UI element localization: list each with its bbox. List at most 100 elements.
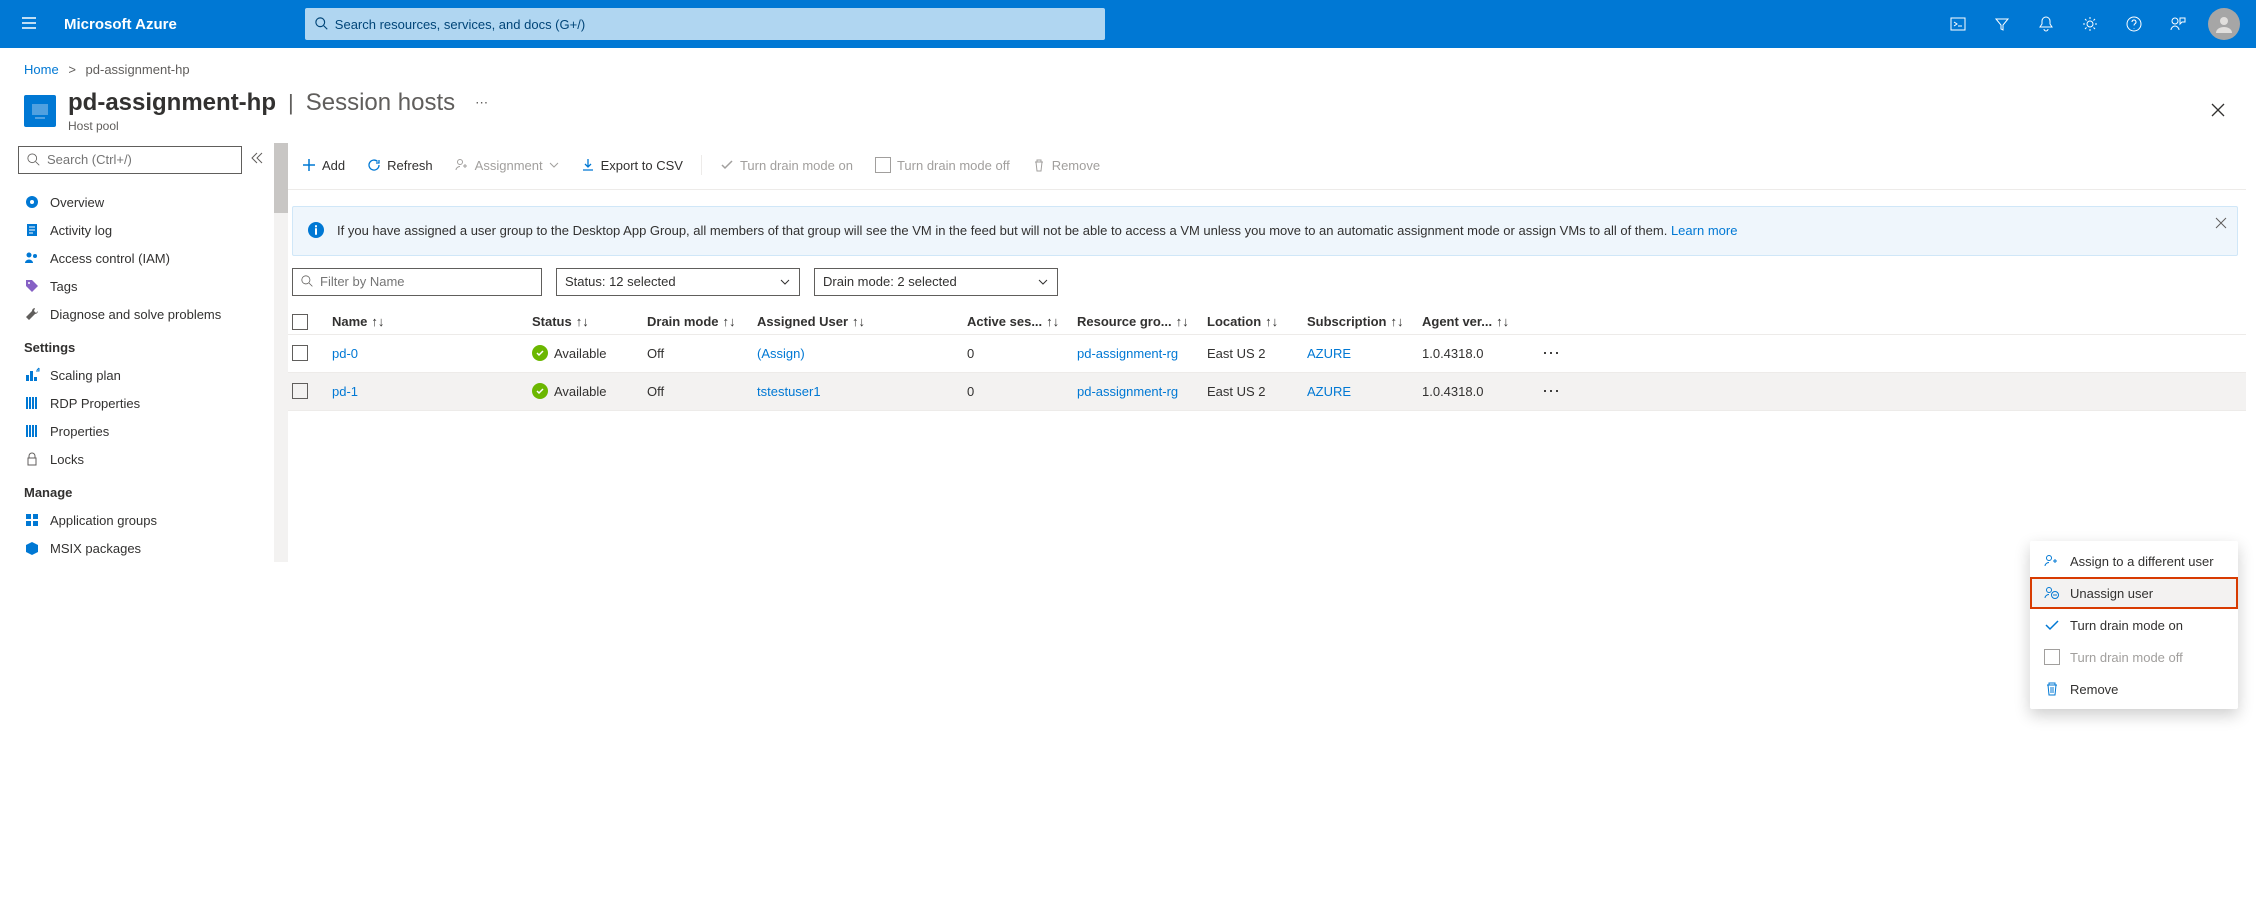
brand-label: Microsoft Azure [54,16,187,33]
close-icon [2210,102,2226,118]
page-subtitle: Host pool [68,119,488,133]
assigned-user-link[interactable]: tstestuser1 [757,384,821,399]
col-sub[interactable]: Subscription↑↓ [1307,314,1422,329]
filter-status-dropdown[interactable]: Status: 12 selected [556,268,800,296]
sidebar-search-input[interactable] [47,152,233,167]
row-checkbox[interactable] [292,345,308,361]
sidebar-search-box[interactable] [18,146,242,174]
hamburger-menu-button[interactable] [12,6,46,43]
ctx-drain-on[interactable]: Turn drain mode on [2030,609,2238,641]
filter-drain-dropdown[interactable]: Drain mode: 2 selected [814,268,1058,296]
assignment-button[interactable]: Assignment [445,154,569,177]
sidebar-item-rdp[interactable]: RDP Properties [18,389,272,417]
notifications-button[interactable] [2024,0,2068,48]
trash-icon [1032,158,1046,172]
export-csv-button[interactable]: Export to CSV [571,154,693,177]
status-available-icon [532,383,548,399]
sidebar-item-locks[interactable]: Locks [18,445,272,473]
info-icon [307,221,325,239]
apps-icon [24,512,40,528]
top-bar: Microsoft Azure [0,0,2256,48]
bell-icon [2037,15,2055,33]
remove-button[interactable]: Remove [1022,154,1110,177]
filter-name-box[interactable] [292,268,542,296]
host-name-link[interactable]: pd-1 [332,384,358,399]
sidebar-section-settings: Settings [18,328,272,361]
settings-button[interactable] [2068,0,2112,48]
collapse-sidebar-button[interactable] [242,145,272,174]
sidebar-item-iam[interactable]: Access control (IAM) [18,244,272,272]
filter-name-input[interactable] [320,274,533,289]
col-agent[interactable]: Agent ver...↑↓ [1422,314,1522,329]
command-toolbar: Add Refresh Assignment Export to CSV Tur… [284,143,2246,190]
col-user[interactable]: Assigned User↑↓ [757,314,967,329]
help-button[interactable] [2112,0,2156,48]
subscription-link[interactable]: AZURE [1307,384,1351,399]
resource-group-link[interactable]: pd-assignment-rg [1077,346,1178,361]
add-button[interactable]: Add [292,154,355,177]
info-text: If you have assigned a user group to the… [337,221,1737,241]
ctx-remove[interactable]: Remove [2030,673,2238,705]
scaling-icon [24,367,40,383]
filter-row: Status: 12 selected Drain mode: 2 select… [284,268,2246,310]
global-search-box[interactable] [305,8,1105,40]
learn-more-link[interactable]: Learn more [1671,223,1737,238]
col-drain[interactable]: Drain mode↑↓ [647,314,757,329]
cloud-shell-icon [1949,15,1967,33]
chevron-down-icon [1037,276,1049,288]
scrollbar-thumb[interactable] [274,143,288,213]
global-search-wrap [305,8,1105,40]
filter-icon [1993,15,2011,33]
assigned-user-link[interactable]: (Assign) [757,346,805,361]
overview-icon [24,194,40,210]
info-close-button[interactable] [2215,217,2227,232]
breadcrumb-sep: > [62,62,82,77]
cloud-shell-button[interactable] [1936,0,1980,48]
directory-button[interactable] [1980,0,2024,48]
plus-icon [302,158,316,172]
ctx-assign-other[interactable]: Assign to a different user [2030,545,2238,577]
refresh-button[interactable]: Refresh [357,154,443,177]
trash-icon [2044,681,2060,697]
col-status[interactable]: Status↑↓ [532,314,647,329]
row-checkbox[interactable] [292,383,308,399]
search-icon [27,153,41,167]
more-dots-button[interactable]: ⋯ [463,95,488,111]
info-banner: If you have assigned a user group to the… [292,206,2238,256]
feedback-button[interactable] [2156,0,2200,48]
row-actions-button[interactable]: ⋯ [1542,343,1562,363]
top-icon-bar [1936,0,2200,48]
drain-on-button[interactable]: Turn drain mode on [710,154,863,177]
row-context-menu: Assign to a different user Unassign user… [2030,541,2238,709]
sidebar-item-diagnose[interactable]: Diagnose and solve problems [18,300,272,328]
sidebar-item-tags[interactable]: Tags [18,272,272,300]
global-search-input[interactable] [335,17,1095,32]
sidebar-item-activity-log[interactable]: Activity log [18,216,272,244]
resource-icon [24,95,56,127]
row-actions-button[interactable]: ⋯ [1542,381,1562,401]
sidebar-item-overview[interactable]: Overview [18,188,272,216]
user-avatar-button[interactable] [2208,8,2240,40]
select-all-checkbox[interactable] [292,314,308,330]
sidebar-item-msix[interactable]: MSIX packages [18,534,272,562]
ctx-unassign-user[interactable]: Unassign user [2030,577,2238,609]
person-plus-icon [2044,553,2060,569]
search-icon [315,17,329,31]
sidebar-item-app-groups[interactable]: Application groups [18,506,272,534]
sidebar-item-scaling-plan[interactable]: Scaling plan [18,361,272,389]
sidebar-item-properties[interactable]: Properties [18,417,272,445]
hamburger-icon [20,14,38,32]
close-blade-button[interactable] [2204,96,2232,127]
host-name-link[interactable]: pd-0 [332,346,358,361]
col-name[interactable]: Name↑↓ [332,314,532,329]
download-icon [581,158,595,172]
subscription-link[interactable]: AZURE [1307,346,1351,361]
resource-group-link[interactable]: pd-assignment-rg [1077,384,1178,399]
col-rg[interactable]: Resource gro...↑↓ [1077,314,1207,329]
col-sessions[interactable]: Active ses...↑↓ [967,314,1077,329]
drain-off-button[interactable]: Turn drain mode off [865,153,1020,177]
breadcrumb-home[interactable]: Home [24,62,59,77]
rdp-icon [24,395,40,411]
page-title: pd-assignment-hp [68,89,276,117]
col-loc[interactable]: Location↑↓ [1207,314,1307,329]
